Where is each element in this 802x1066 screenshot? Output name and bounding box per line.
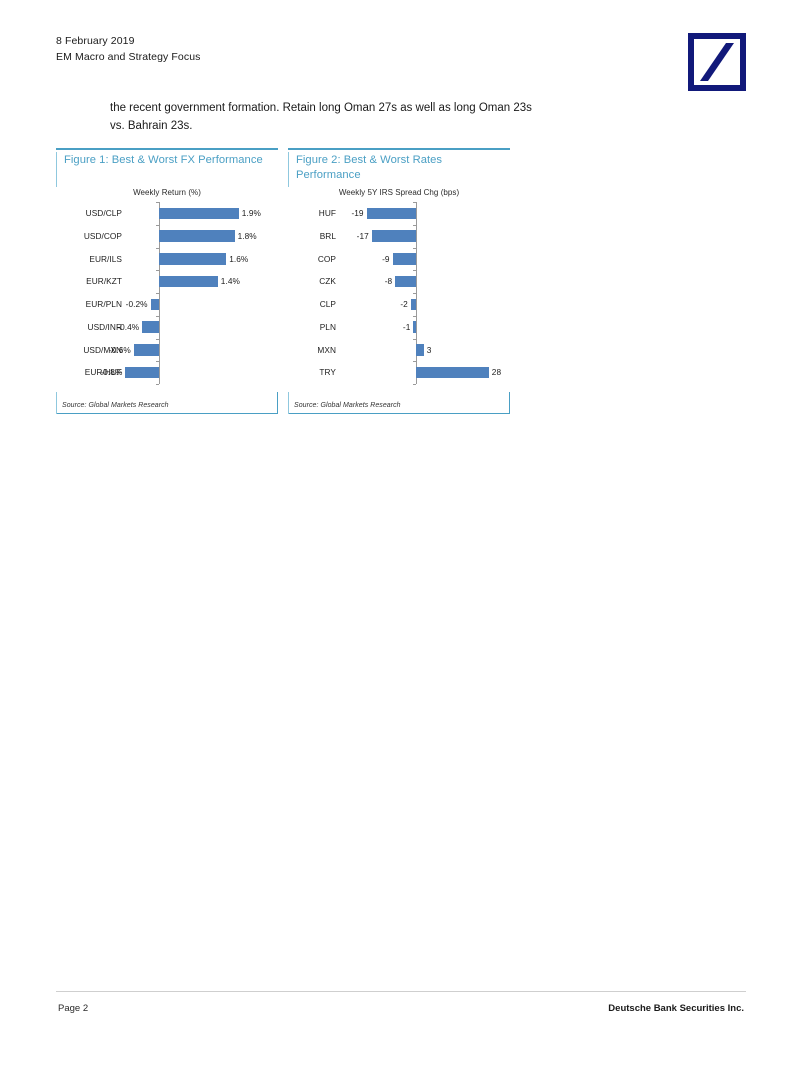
figure-2-source: Source: Global Markets Research	[294, 402, 401, 409]
chart-bar	[159, 207, 239, 219]
chart-category-label: CZK	[319, 276, 336, 287]
axis-tick	[412, 202, 416, 203]
chart-bar-row: MXN 3	[288, 339, 510, 362]
chart-category-label: USD/INR	[87, 321, 122, 332]
footer-page-number: Page 2	[58, 1003, 89, 1014]
chart-bar-row: EUR/PLN -0.2%	[56, 293, 278, 316]
chart-bar-row: BRL -17	[288, 225, 510, 248]
figure-1-title: Figure 1: Best & Worst FX Performance	[64, 154, 263, 166]
chart-bar	[416, 344, 424, 356]
chart-bar	[392, 253, 416, 265]
chart-bar-row: USD/INR -0.4%	[56, 316, 278, 339]
chart-bar-row: USD/MXN -0.6%	[56, 339, 278, 362]
chart-bar	[142, 321, 159, 333]
chart-category-label: EUR/ILS	[89, 253, 122, 264]
chart-value-label: 1.6%	[229, 253, 249, 264]
chart-value-label: -17	[356, 230, 369, 241]
chart-bar-row: EUR/KZT 1.4%	[56, 270, 278, 293]
chart-value-label: -19	[351, 208, 364, 218]
figure-2-left-border	[288, 152, 290, 187]
chart-category-label: CLP	[319, 299, 336, 309]
chart-bar	[159, 253, 227, 265]
figure-1-bottom-right-border	[276, 392, 278, 414]
chart-bar-row: USD/COP 1.8%	[56, 225, 278, 248]
chart-bar-row: COP -9	[288, 248, 510, 271]
chart-bar	[410, 298, 416, 310]
figure-1-left-border	[56, 152, 58, 187]
chart-value-label: -1	[402, 321, 411, 332]
axis-tick	[155, 384, 159, 385]
chart-category-label: EUR/PLN	[85, 299, 122, 309]
chart-bar-row: PLN -1	[288, 316, 510, 339]
figure-2-title: Figure 2: Best & Worst Rates Performance	[296, 154, 443, 181]
chart-value-label: -9	[382, 253, 390, 264]
figure-1-source: Source: Global Markets Research	[62, 402, 169, 409]
chart-category-label: HUF	[318, 208, 336, 218]
footer-divider	[56, 991, 746, 992]
figure-2-bottom-border	[288, 412, 510, 414]
chart-value-label: -0.6%	[108, 344, 131, 355]
page-header: 8 February 2019 EM Macro and Strategy Fo…	[56, 33, 746, 95]
footer-entity: Deutsche Bank Securities Inc.	[608, 1003, 744, 1014]
chart-bar	[150, 298, 159, 310]
chart-category-label: COP	[317, 253, 336, 264]
figure-1-plot-area: USD/CLP 1.9% USD/COP 1.8% EUR/ILS 1.6% EUR/KZT…	[56, 202, 278, 385]
figure-1-bottom-border	[56, 412, 278, 414]
header-date: 8 February 2019	[56, 35, 135, 47]
figure-2-chart: Weekly 5Y IRS Spread Chg (bps) HUF -19 BRL…	[288, 188, 510, 388]
body-paragraph: the recent government formation. Retain …	[110, 102, 532, 132]
chart-bar-row: TRY 28	[288, 361, 510, 384]
chart-value-label: 1.4%	[220, 276, 240, 287]
figure-1-container: Figure 1: Best & Worst FX Performance We…	[56, 148, 278, 414]
figure-2-plot-area: HUF -19 BRL -17 COP -9 CZK -8 CLP -2 PLN -1 MXN 3 TRY 2…	[288, 202, 510, 385]
chart-bar-row: CLP -2	[288, 293, 510, 316]
chart-value-label: 1.8%	[237, 230, 257, 241]
chart-bar	[125, 366, 159, 379]
figure-2-bottom-left-border	[288, 392, 290, 414]
chart-bar	[371, 230, 416, 242]
chart-bar	[366, 207, 416, 219]
chart-bar	[133, 344, 159, 356]
chart-category-label: PLN	[319, 321, 336, 332]
figure-1-bottom-left-border	[56, 392, 58, 414]
chart-category-label: MXN	[317, 344, 336, 355]
figure-1-top-border	[56, 148, 278, 150]
chart-bar-row: HUF -19	[288, 202, 510, 225]
logo-slash-icon	[700, 43, 734, 81]
chart-value-label: -0.8%	[100, 367, 123, 378]
chart-bar	[416, 366, 489, 379]
chart-bar-row: CZK -8	[288, 270, 510, 293]
chart-value-label: 3	[426, 344, 432, 355]
chart-bar-row: EUR/HUF -0.8%	[56, 361, 278, 384]
header-report-title: EM Macro and Strategy Focus	[56, 51, 201, 63]
chart-value-label: -2	[400, 299, 408, 309]
chart-category-label: USD/CLP	[85, 208, 122, 218]
chart-bar	[159, 275, 218, 288]
figure-1-chart: Weekly Return (%) USD/CLP 1.9% USD/COP 1.8%…	[56, 188, 278, 388]
deutsche-bank-logo	[688, 33, 746, 91]
chart-bar	[395, 275, 416, 288]
figure-2-axis-title: Weekly 5Y IRS Spread Chg (bps)	[338, 188, 460, 197]
figure-1-axis-title: Weekly Return (%)	[133, 188, 201, 197]
chart-value-label: -8	[384, 276, 393, 287]
chart-bar-row: USD/CLP 1.9%	[56, 202, 278, 225]
chart-bar-row: EUR/ILS 1.6%	[56, 248, 278, 271]
chart-value-label: -0.4%	[117, 321, 140, 332]
chart-value-label: 28	[491, 367, 502, 378]
document-page: 8 February 2019 EM Macro and Strategy Fo…	[0, 0, 802, 1066]
axis-tick	[155, 202, 159, 203]
chart-value-label: -0.2%	[125, 299, 148, 309]
chart-value-label: 1.9%	[241, 208, 261, 218]
chart-bar	[159, 230, 235, 242]
chart-bar	[413, 321, 416, 333]
figure-2-top-border	[288, 148, 510, 150]
chart-category-label: USD/COP	[83, 230, 122, 241]
chart-category-label: EUR/KZT	[86, 276, 122, 287]
figure-2-container: Figure 2: Best & Worst Rates Performance…	[288, 148, 510, 414]
chart-category-label: TRY	[319, 367, 336, 378]
figure-2-bottom-right-border	[508, 392, 510, 414]
chart-category-label: BRL	[319, 230, 336, 241]
axis-tick	[412, 384, 416, 385]
